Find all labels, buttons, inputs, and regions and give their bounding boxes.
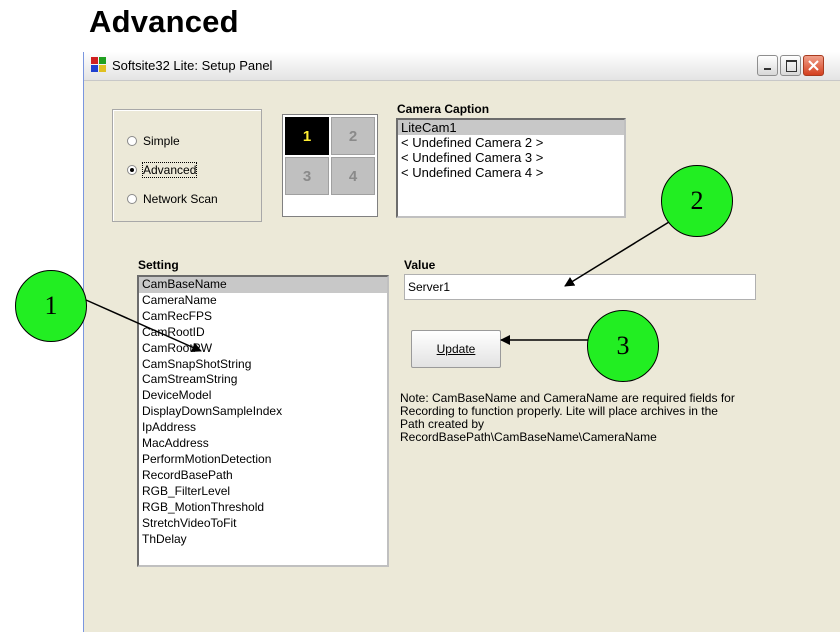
callout-2: 2 — [661, 165, 733, 237]
callout-2-arrow — [564, 221, 670, 287]
callout-3: 3 — [587, 310, 659, 382]
callout-arrows — [85, 221, 670, 352]
callout-1-arrow — [85, 299, 202, 352]
callout-1: 1 — [15, 270, 87, 342]
